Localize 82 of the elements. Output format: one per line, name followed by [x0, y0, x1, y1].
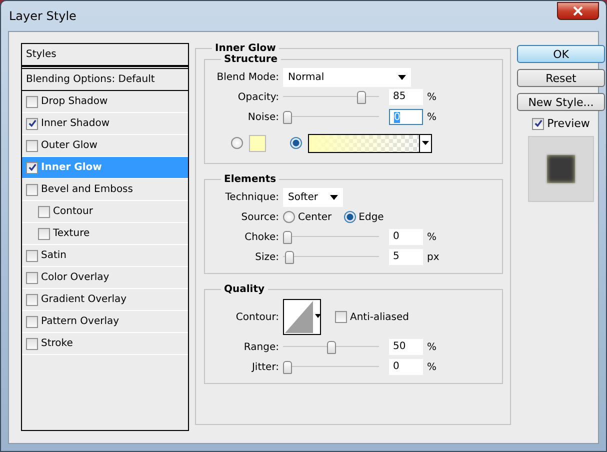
slider-label: Noise:: [246, 112, 279, 122]
caret-icon: [419, 134, 431, 152]
slider-label: Size:: [254, 252, 279, 262]
checkbox[interactable]: [26, 184, 38, 196]
checkbox[interactable]: [26, 294, 38, 306]
value-field[interactable]: 5: [389, 249, 423, 265]
field-label: Technique:: [224, 192, 279, 202]
unit-label: %: [427, 112, 438, 122]
checkbox[interactable]: [26, 338, 38, 350]
slider-label: Jitter:: [250, 362, 279, 372]
slider-thumb[interactable]: [326, 341, 336, 354]
checkbox-label: Anti-aliased: [350, 312, 410, 322]
unit-label: px: [427, 252, 439, 262]
list-item[interactable]: Color Overlay: [22, 267, 188, 289]
close-icon: [572, 6, 584, 16]
checkbox[interactable]: [26, 272, 38, 284]
slider-label: Choke:: [244, 232, 279, 242]
list-item[interactable]: Gradient Overlay: [22, 289, 188, 311]
unit-label: %: [427, 342, 438, 352]
radio-button[interactable]: [231, 137, 243, 149]
dialog-button[interactable]: New Style...: [517, 93, 605, 111]
list-item[interactable]: Contour: [22, 201, 188, 223]
dropdown[interactable]: Normal: [283, 68, 411, 86]
checkbox[interactable]: [26, 250, 38, 262]
contour-curve-icon: [284, 300, 313, 333]
value-field[interactable]: 0: [389, 229, 423, 245]
radio-label: Edge: [358, 212, 384, 222]
list-header[interactable]: Styles: [22, 44, 188, 67]
dialog-button[interactable]: Reset: [517, 69, 605, 87]
field-label: Contour:: [234, 312, 279, 322]
unit-label: %: [427, 232, 438, 242]
checkbox[interactable]: [26, 140, 38, 152]
list-item[interactable]: Inner Shadow: [22, 113, 188, 135]
checkbox[interactable]: [335, 311, 347, 323]
radio-button[interactable]: [283, 211, 295, 223]
contour-picker[interactable]: [283, 299, 321, 335]
field-label: Source:: [240, 212, 279, 222]
section-title: Quality: [223, 284, 266, 295]
slider-label: Range:: [242, 342, 279, 352]
slider-thumb[interactable]: [283, 361, 292, 374]
checkbox[interactable]: [26, 316, 38, 328]
caret-icon: [315, 314, 321, 318]
list-item[interactable]: Bevel and Emboss: [22, 179, 188, 201]
list-item[interactable]: Stroke: [22, 333, 188, 355]
section-title: Elements: [223, 174, 278, 185]
list-item[interactable]: Drop Shadow: [22, 91, 188, 113]
value-field[interactable]: 50: [389, 339, 423, 355]
slider-thumb[interactable]: [283, 111, 292, 124]
unit-label: %: [427, 362, 438, 372]
window-title: Layer Style: [8, 9, 76, 23]
list-item[interactable]: Blending Options: Default: [22, 68, 188, 91]
radio-label: Center: [298, 212, 332, 222]
checkbox[interactable]: [26, 118, 38, 130]
slider-label: Opacity:: [236, 92, 279, 102]
slider-thumb[interactable]: [283, 231, 292, 244]
list-item[interactable]: Satin: [22, 245, 188, 267]
value-field[interactable]: 0: [389, 359, 423, 375]
close-button[interactable]: [557, 2, 599, 20]
caret-icon: [398, 74, 406, 80]
section-title: Inner Glow: [214, 43, 277, 54]
preview-thumbnail: [528, 136, 594, 202]
radio-button[interactable]: [290, 137, 302, 149]
field-label: Blend Mode:: [216, 72, 279, 82]
gradient-picker[interactable]: [308, 134, 432, 152]
slider-thumb[interactable]: [356, 91, 366, 104]
value-field[interactable]: 85: [389, 89, 423, 105]
checkbox[interactable]: [26, 96, 38, 108]
color-swatch[interactable]: [249, 134, 266, 152]
checkbox[interactable]: [532, 118, 544, 130]
checkbox[interactable]: [38, 228, 50, 240]
list-item[interactable]: Texture: [22, 223, 188, 245]
section-title: Structure: [223, 54, 279, 65]
checkbox-label: Preview: [547, 117, 590, 130]
slider-thumb[interactable]: [284, 251, 294, 264]
dialog-button[interactable]: OK: [517, 45, 605, 63]
checkbox[interactable]: [26, 162, 38, 174]
checkbox[interactable]: [38, 206, 50, 218]
unit-label: %: [427, 92, 438, 102]
caret-icon: [330, 194, 338, 200]
dropdown[interactable]: Softer: [283, 188, 343, 206]
list-item[interactable]: Pattern Overlay: [22, 311, 188, 333]
radio-button[interactable]: [344, 211, 356, 223]
